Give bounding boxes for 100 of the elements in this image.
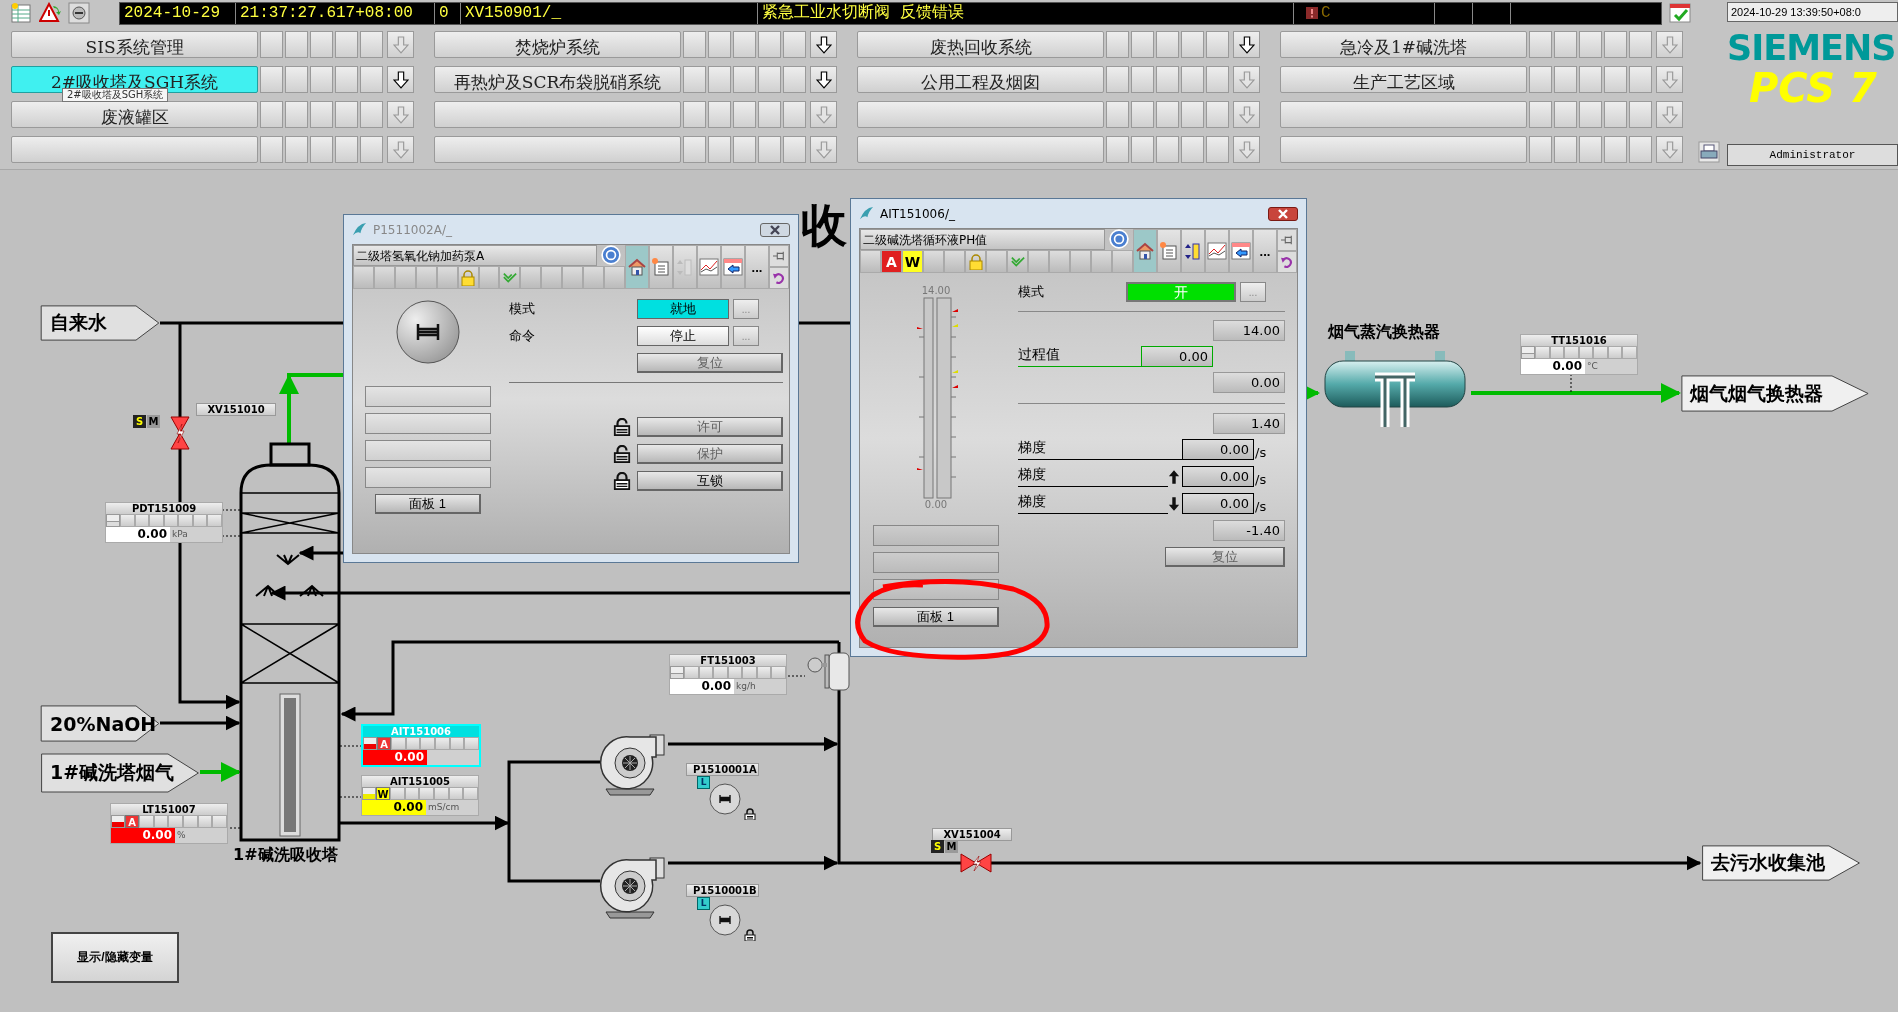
blank-button[interactable] [708, 66, 732, 93]
blank-button[interactable] [1629, 31, 1653, 58]
blank-button[interactable] [1529, 31, 1553, 58]
measurement-block[interactable]: FT151003 0.00 kg/h [669, 654, 787, 695]
down-arrow-button[interactable] [810, 66, 837, 93]
limit-value-field[interactable]: 14.00 [1213, 320, 1285, 341]
blank-button[interactable] [708, 31, 732, 58]
nav-button[interactable] [11, 136, 259, 163]
measurement-block[interactable]: TT151016 0.00 °C [1520, 334, 1638, 375]
blank-button[interactable] [783, 136, 807, 163]
home-view-button[interactable] [1133, 229, 1157, 273]
motor-tag[interactable]: P1510001A [686, 763, 759, 776]
blank-button[interactable] [360, 31, 384, 58]
blank-button[interactable] [733, 31, 757, 58]
gradient-value-field[interactable]: 0.00 [1182, 439, 1254, 460]
motor-icon[interactable] [709, 904, 741, 936]
nav-button[interactable]: SIS系统管理 [11, 31, 259, 58]
blank-button[interactable] [683, 101, 707, 128]
source-label[interactable]: 1#碱洗塔烟气 [40, 753, 200, 793]
blank-button[interactable] [1579, 101, 1603, 128]
blank-button[interactable] [1106, 66, 1130, 93]
down-arrow-button[interactable] [810, 31, 837, 58]
valve-icon[interactable] [960, 853, 992, 873]
nav-button[interactable]: 公用工程及烟囱 [857, 66, 1105, 93]
blank-button[interactable] [1106, 101, 1130, 128]
minus-icon[interactable] [68, 2, 90, 24]
nav-button[interactable] [857, 101, 1105, 128]
motor-tag[interactable]: P1510001B [686, 884, 759, 897]
blank-button[interactable] [1629, 66, 1653, 93]
release-button[interactable]: 互锁 [637, 471, 783, 491]
source-label[interactable]: 20%NaOH [40, 705, 160, 742]
blank-button[interactable] [758, 136, 782, 163]
blank-button[interactable] [1106, 136, 1130, 163]
table-icon[interactable] [10, 2, 32, 24]
close-button[interactable] [1268, 206, 1298, 221]
blank-button[interactable] [310, 136, 334, 163]
limit-value-field[interactable]: -1.40 [1213, 520, 1285, 541]
blank-button[interactable] [1106, 31, 1130, 58]
blank-button[interactable] [1554, 136, 1578, 163]
blank-button[interactable] [1181, 66, 1205, 93]
blank-button[interactable] [1554, 66, 1578, 93]
valve-tag[interactable]: XV151010 [196, 403, 276, 416]
blank-button[interactable] [1529, 136, 1553, 163]
blank-button[interactable] [708, 136, 732, 163]
warning-triangle-icon[interactable] [39, 2, 61, 24]
destination-label[interactable]: 烟气烟气换热器 [1680, 375, 1870, 412]
more-button[interactable]: ... [1253, 229, 1277, 273]
blank-button[interactable] [683, 136, 707, 163]
blank-button[interactable] [1181, 136, 1205, 163]
blank-button[interactable] [360, 101, 384, 128]
blank-button[interactable] [1156, 31, 1180, 58]
blank-button[interactable] [260, 136, 284, 163]
down-arrow-button[interactable] [387, 66, 414, 93]
blank-button[interactable] [285, 101, 309, 128]
undo-button[interactable] [769, 267, 789, 289]
blank-button[interactable] [1629, 136, 1653, 163]
gradient-value-field[interactable]: 0.00 [1182, 466, 1254, 487]
blank-button[interactable] [1579, 31, 1603, 58]
blank-button[interactable] [1604, 66, 1628, 93]
nav-button[interactable] [434, 101, 682, 128]
checklist-icon[interactable] [1669, 2, 1691, 24]
blank-button[interactable] [1604, 136, 1628, 163]
blank-button[interactable] [1579, 66, 1603, 93]
down-arrow-button[interactable] [1233, 31, 1260, 58]
pin-button[interactable] [1277, 229, 1297, 251]
blank-button[interactable] [1181, 31, 1205, 58]
blank-button[interactable] [683, 31, 707, 58]
blank-button[interactable] [1131, 66, 1155, 93]
blank-button[interactable] [1579, 136, 1603, 163]
blank-button[interactable] [1131, 136, 1155, 163]
faceplate-button[interactable] [721, 245, 745, 289]
flowmeter-drawing[interactable] [805, 651, 853, 692]
nav-button[interactable]: 急冷及1#碱洗塔 [1280, 31, 1528, 58]
blank-button[interactable] [1554, 31, 1578, 58]
blank-button[interactable] [758, 101, 782, 128]
blank-button[interactable] [683, 66, 707, 93]
blank-button[interactable] [733, 66, 757, 93]
valve-icon[interactable] [170, 416, 190, 450]
faceplate-button[interactable] [1229, 229, 1253, 273]
blank-button[interactable] [310, 66, 334, 93]
toggle-variables-button[interactable]: 显示/隐藏变量 [51, 932, 179, 983]
source-label[interactable]: 自来水 [40, 305, 160, 341]
nav-button[interactable]: 废液罐区 [11, 101, 259, 128]
blank-button[interactable] [1131, 31, 1155, 58]
blank-button[interactable] [1529, 101, 1553, 128]
nav-button[interactable] [857, 136, 1105, 163]
measurement-block[interactable]: AIT151006 A 0.00 [361, 724, 481, 767]
measurement-block[interactable]: AIT151005 W 0.00 mS/cm [361, 775, 479, 816]
blank-button[interactable] [1529, 66, 1553, 93]
blank-button[interactable] [1206, 101, 1230, 128]
motor-icon[interactable] [709, 783, 741, 815]
limit-value-field[interactable]: 1.40 [1213, 413, 1285, 434]
home-view-button[interactable] [625, 245, 649, 289]
close-button[interactable] [760, 222, 790, 237]
panel-button[interactable]: 面板 1 [375, 494, 481, 514]
state-button[interactable]: 就地 [637, 299, 729, 319]
help-icon[interactable] [601, 245, 621, 265]
blank-button[interactable] [1554, 101, 1578, 128]
blank-button[interactable] [1156, 66, 1180, 93]
panel-button[interactable]: 面板 1 [873, 607, 999, 627]
